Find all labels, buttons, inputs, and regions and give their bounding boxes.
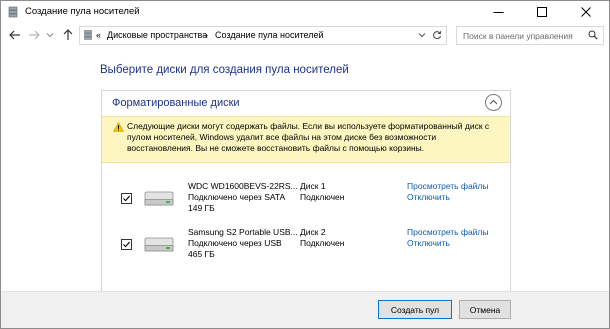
disk-name: Samsung S2 Portable USB... <box>188 227 298 237</box>
disk-size: 149 ГБ <box>188 203 215 213</box>
content-area: Выберите диски для создания пула носител… <box>1 47 609 328</box>
storage-pool-window: Создание пула носителей « Дисковые прост… <box>0 0 610 329</box>
storage-spaces-icon <box>7 6 19 18</box>
refresh-button[interactable] <box>432 30 442 42</box>
search-icon[interactable] <box>588 30 598 42</box>
hard-drive-icon <box>144 189 174 209</box>
disk-status-col: Диск 2 Подключен <box>300 227 344 249</box>
hard-drive-icon <box>144 235 174 255</box>
close-button[interactable] <box>565 1 609 23</box>
search-box[interactable] <box>456 26 604 45</box>
cancel-button[interactable]: Отмена <box>459 300 511 319</box>
chevron-down-icon <box>418 33 426 38</box>
panel-header[interactable]: Форматированные диски <box>102 91 510 115</box>
close-icon <box>581 7 591 17</box>
footer-bar: Создать пул Отмена <box>1 291 609 328</box>
back-button[interactable] <box>8 28 22 42</box>
disk-links: Просмотреть файлы Отключить <box>407 181 489 203</box>
create-pool-button[interactable]: Создать пул <box>378 300 452 319</box>
forward-button[interactable] <box>27 28 41 42</box>
warning-banner: Следующие диски могут содержать файлы. Е… <box>102 116 510 163</box>
disk-1-checkbox[interactable] <box>121 193 132 204</box>
address-dropdown[interactable] <box>418 31 426 41</box>
disk-row: WDC WD1600BEVS-22RS... Подключено через … <box>102 179 510 223</box>
disk-2-checkbox[interactable] <box>121 239 132 250</box>
checkmark-icon <box>123 195 131 202</box>
formatted-disks-panel: Форматированные диски Следующие диски мо… <box>101 90 511 312</box>
back-arrow-icon <box>9 30 20 40</box>
panel-title: Форматированные диски <box>112 97 240 109</box>
disk-size: 465 ГБ <box>188 249 215 259</box>
checkmark-icon <box>123 241 131 248</box>
disk-connection: Подключено через SATA <box>188 192 286 202</box>
disk-label: Диск 2 <box>300 227 326 237</box>
disk-links: Просмотреть файлы Отключить <box>407 227 489 249</box>
disk-status: Подключен <box>300 192 345 202</box>
recent-locations-button[interactable] <box>46 28 54 42</box>
detach-link[interactable]: Отключить <box>407 192 489 203</box>
disk-row: Samsung S2 Portable USB... Подключено че… <box>102 225 510 269</box>
warning-text: Следующие диски могут содержать файлы. Е… <box>127 121 490 153</box>
detach-link[interactable]: Отключить <box>407 238 489 249</box>
navigation-bar: « Дисковые пространства › Создание пула … <box>1 23 609 47</box>
up-button[interactable] <box>61 28 75 42</box>
address-prefix[interactable]: « <box>96 30 101 40</box>
view-files-link[interactable]: Просмотреть файлы <box>407 227 489 238</box>
control-panel-icon <box>83 30 93 42</box>
disk-info: Samsung S2 Portable USB... Подключено че… <box>188 227 298 260</box>
disk-label: Диск 1 <box>300 181 326 191</box>
address-bar[interactable]: « Дисковые пространства › Создание пула … <box>79 26 447 45</box>
disk-status: Подключен <box>300 238 345 248</box>
minimize-button[interactable] <box>477 1 521 23</box>
search-input[interactable] <box>457 27 585 44</box>
chevron-down-icon <box>46 33 54 38</box>
window-title: Создание пула носителей <box>25 6 140 17</box>
disk-connection: Подключено через USB <box>188 238 282 248</box>
breadcrumb-create-pool[interactable]: Создание пула носителей <box>215 30 324 40</box>
maximize-icon <box>537 7 547 17</box>
warning-icon <box>112 121 125 134</box>
page-title: Выберите диски для создания пула носител… <box>100 64 349 76</box>
maximize-button[interactable] <box>521 1 565 23</box>
collapse-button[interactable] <box>485 94 502 111</box>
up-arrow-icon <box>63 29 73 40</box>
forward-arrow-icon <box>29 30 40 40</box>
view-files-link[interactable]: Просмотреть файлы <box>407 181 489 192</box>
chevron-up-icon <box>489 99 498 105</box>
minimize-icon <box>493 12 504 13</box>
disk-status-col: Диск 1 Подключен <box>300 181 344 203</box>
refresh-icon <box>433 31 442 40</box>
disk-info: WDC WD1600BEVS-22RS... Подключено через … <box>188 181 298 214</box>
title-bar[interactable]: Создание пула носителей <box>1 1 609 23</box>
disk-name: WDC WD1600BEVS-22RS... <box>188 181 298 191</box>
breadcrumb-separator: › <box>205 30 208 40</box>
breadcrumb-storage-spaces[interactable]: Дисковые пространства <box>107 30 207 40</box>
